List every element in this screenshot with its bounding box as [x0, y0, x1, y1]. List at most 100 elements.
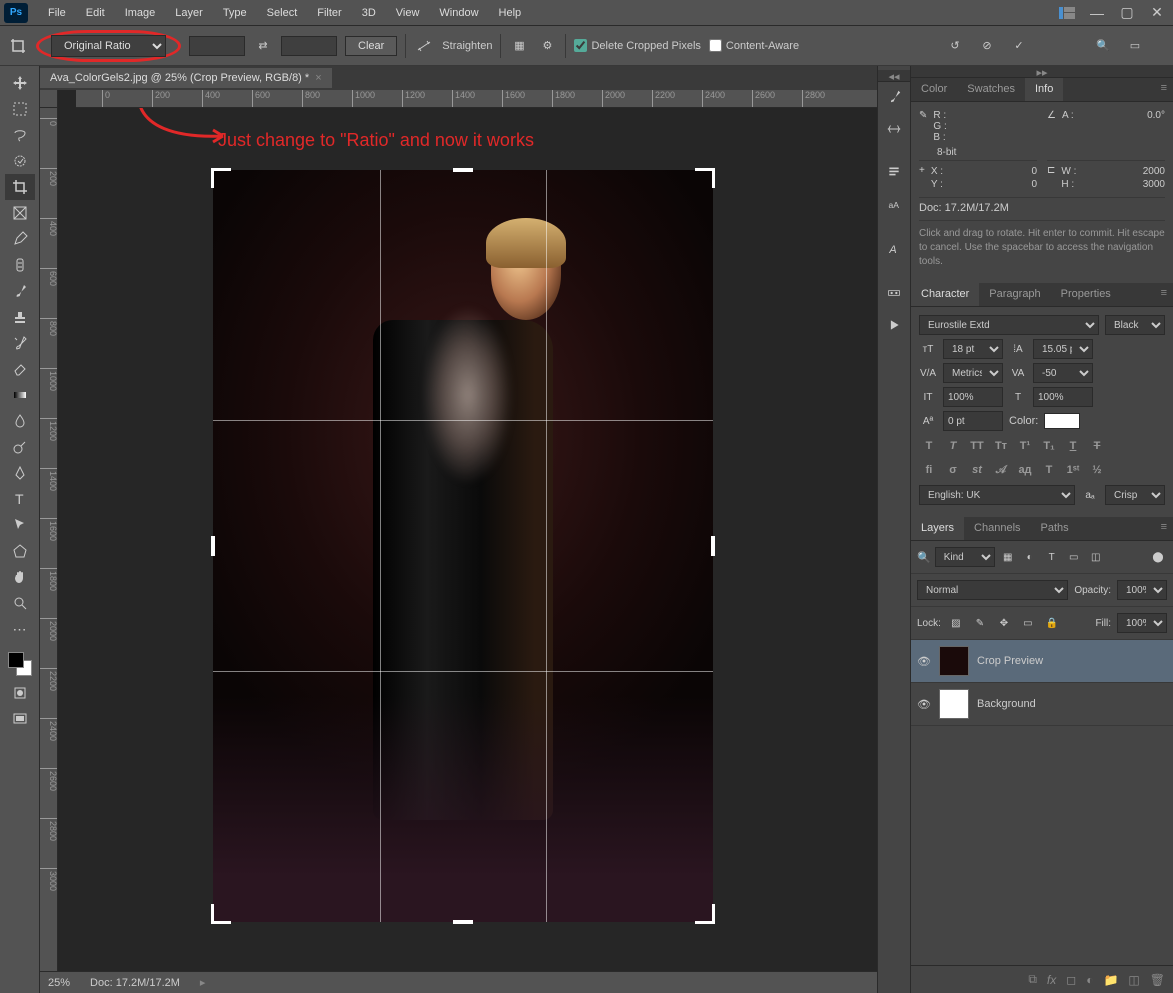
lock-paint-icon[interactable]: ✎: [971, 614, 989, 632]
menu-help[interactable]: Help: [489, 3, 532, 23]
panel-menu-icon[interactable]: ≡: [1155, 283, 1173, 306]
panel-menu-icon[interactable]: ≡: [1155, 517, 1173, 540]
zoom-level[interactable]: 25%: [48, 977, 70, 989]
menu-file[interactable]: File: [38, 3, 76, 23]
fill-select[interactable]: 100%: [1117, 613, 1167, 633]
strike-button[interactable]: T: [1087, 437, 1107, 455]
tab-layers[interactable]: Layers: [911, 517, 964, 540]
pen-tool[interactable]: [5, 460, 35, 486]
close-icon[interactable]: ✕: [1145, 4, 1169, 22]
underline-button[interactable]: T: [1063, 437, 1083, 455]
allcaps-button[interactable]: TT: [967, 437, 987, 455]
filter-smart-icon[interactable]: ◫: [1087, 548, 1105, 566]
swap-icon[interactable]: ⇄: [253, 36, 273, 56]
opacity-select[interactable]: 100%: [1117, 580, 1167, 600]
italic-button[interactable]: T: [943, 437, 963, 455]
tracking-select[interactable]: -50: [1033, 363, 1093, 383]
actions-panel-icon[interactable]: [879, 278, 909, 308]
content-aware-checkbox[interactable]: Content-Aware: [709, 39, 799, 52]
arrange-icon[interactable]: ▭: [1125, 36, 1145, 56]
layer-name[interactable]: Crop Preview: [977, 655, 1043, 667]
menu-image[interactable]: Image: [115, 3, 166, 23]
play-panel-icon[interactable]: [879, 310, 909, 340]
brush-tool[interactable]: [5, 278, 35, 304]
color-swatches[interactable]: [0, 650, 39, 680]
hscale-input[interactable]: [1033, 387, 1093, 407]
menu-window[interactable]: Window: [429, 3, 488, 23]
move-tool[interactable]: [5, 70, 35, 96]
document-tab[interactable]: Ava_ColorGels2.jpg @ 25% (Crop Preview, …: [40, 68, 332, 88]
menu-edit[interactable]: Edit: [76, 3, 115, 23]
superscript-button[interactable]: T¹: [1015, 437, 1035, 455]
layer-kind-select[interactable]: Kind: [935, 547, 995, 567]
stylistic-button[interactable]: ад: [1015, 461, 1035, 479]
stamp-tool[interactable]: [5, 304, 35, 330]
blend-mode-select[interactable]: Normal: [917, 580, 1068, 600]
link-layers-icon[interactable]: ⧉: [1028, 972, 1037, 987]
grid-overlay-icon[interactable]: ▦: [509, 36, 529, 56]
kerning-select[interactable]: Metrics: [943, 363, 1003, 383]
smallcaps-button[interactable]: Tᴛ: [991, 437, 1011, 455]
minimize-icon[interactable]: —: [1085, 4, 1109, 22]
history-brush-tool[interactable]: [5, 330, 35, 356]
hand-tool[interactable]: [5, 564, 35, 590]
marquee-tool[interactable]: [5, 96, 35, 122]
layer-fx-icon[interactable]: fx: [1047, 973, 1056, 987]
visibility-icon[interactable]: 👁: [917, 698, 931, 711]
layer-name[interactable]: Background: [977, 698, 1036, 710]
glyphs-panel-icon[interactable]: aA: [879, 190, 909, 220]
tab-character[interactable]: Character: [911, 283, 979, 306]
layer-thumbnail[interactable]: [939, 689, 969, 719]
layer-mask-icon[interactable]: ◻: [1066, 973, 1076, 987]
quickmask-tool[interactable]: [5, 680, 35, 706]
strip-collapse[interactable]: ◂◂: [878, 70, 910, 82]
commit-crop-icon[interactable]: ✓: [1009, 36, 1029, 56]
swash-button[interactable]: st: [967, 461, 987, 479]
subscript-button[interactable]: T₁: [1039, 437, 1059, 455]
type-tool[interactable]: T: [5, 486, 35, 512]
fractions-button[interactable]: ½: [1087, 461, 1107, 479]
menu-view[interactable]: View: [386, 3, 430, 23]
baseline-input[interactable]: [943, 411, 1003, 431]
eraser-tool[interactable]: [5, 356, 35, 382]
crop-options-icon[interactable]: ⚙: [537, 36, 557, 56]
lock-trans-icon[interactable]: ▨: [947, 614, 965, 632]
cancel-crop-icon[interactable]: ⊘: [977, 36, 997, 56]
maximize-icon[interactable]: ▢: [1115, 4, 1139, 22]
dodge-tool[interactable]: [5, 434, 35, 460]
ordinals-button[interactable]: σ: [943, 461, 963, 479]
fg-color[interactable]: [8, 652, 24, 668]
width-input[interactable]: [189, 36, 245, 56]
titling-button[interactable]: 𝒜: [991, 461, 1011, 479]
tab-color[interactable]: Color: [911, 78, 957, 101]
healing-tool[interactable]: [5, 252, 35, 278]
new-layer-icon[interactable]: ◫: [1128, 973, 1139, 987]
adjustment-layer-icon[interactable]: ◐: [1086, 973, 1093, 987]
fi-button[interactable]: fi: [919, 461, 939, 479]
leading-select[interactable]: 15.05 pt: [1033, 339, 1093, 359]
justification-button[interactable]: T: [1039, 461, 1059, 479]
lasso-tool[interactable]: [5, 122, 35, 148]
group-icon[interactable]: 📁: [1103, 973, 1118, 987]
zoom-tool[interactable]: [5, 590, 35, 616]
menu-filter[interactable]: Filter: [307, 3, 351, 23]
screenmode-tool[interactable]: [5, 706, 35, 732]
tab-channels[interactable]: Channels: [964, 517, 1030, 540]
search-icon[interactable]: 🔍: [1093, 36, 1113, 56]
layer-thumbnail[interactable]: [939, 646, 969, 676]
filter-shape-icon[interactable]: ▭: [1065, 548, 1083, 566]
ordinal-button[interactable]: 1ˢᵗ: [1063, 461, 1083, 479]
height-input[interactable]: [281, 36, 337, 56]
workspace-icon[interactable]: [1055, 4, 1079, 22]
lock-pos-icon[interactable]: ✥: [995, 614, 1013, 632]
clear-button[interactable]: Clear: [345, 36, 397, 56]
paragraph-panel-icon[interactable]: [879, 158, 909, 188]
lock-nest-icon[interactable]: ▭: [1019, 614, 1037, 632]
delete-layer-icon[interactable]: 🗑: [1150, 973, 1165, 987]
canvas-viewport[interactable]: Just change to "Ratio" and now it works: [58, 108, 877, 971]
tab-close-icon[interactable]: ×: [315, 72, 321, 84]
text-color-swatch[interactable]: [1044, 413, 1080, 429]
tab-info[interactable]: Info: [1025, 78, 1063, 101]
visibility-icon[interactable]: 👁: [917, 655, 931, 668]
edit-toolbar[interactable]: ⋯: [5, 616, 35, 642]
